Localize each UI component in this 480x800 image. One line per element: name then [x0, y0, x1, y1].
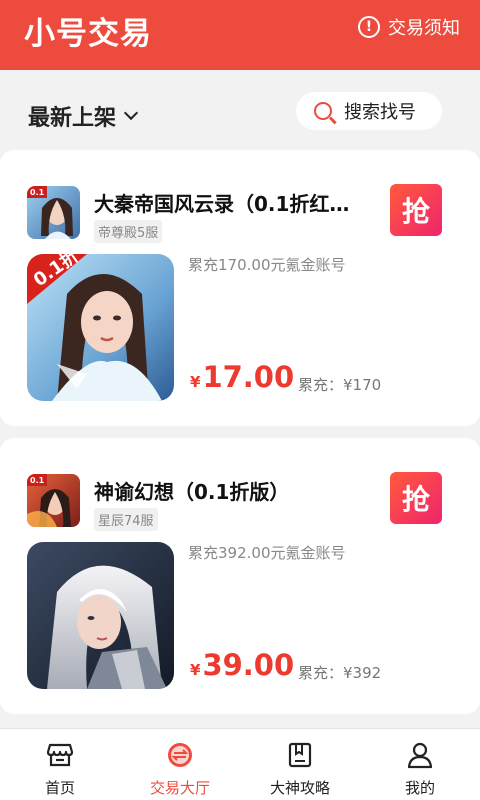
filter-toolbar: 最新上架 搜索找号 [0, 70, 480, 150]
server-tag: 星辰74服 [94, 508, 158, 531]
price-amount: 17.00 [202, 360, 295, 394]
grab-button[interactable]: 抢 [390, 472, 442, 524]
game-icon: 0.1 [27, 474, 80, 527]
store-icon [46, 743, 74, 767]
total-recharge: 累充：¥170 [298, 376, 382, 394]
listing-card[interactable]: 0.1 神谕幻想（0.1折版） 星辰74服 抢 累充392.00元氪金账号 ¥ … [0, 438, 480, 714]
tab-trade-hall[interactable]: 交易大厅 [120, 729, 240, 800]
trade-notice-label: 交易须知 [388, 18, 460, 39]
search-button[interactable]: 搜索找号 [296, 92, 442, 130]
chevron-down-icon [123, 105, 139, 121]
tab-home[interactable]: 首页 [0, 729, 120, 800]
game-name: 大秦帝国风云录（0.1折红… [94, 192, 350, 216]
book-icon [288, 742, 312, 768]
currency-symbol: ¥ [190, 661, 201, 679]
game-icon: 0.1 [27, 186, 80, 239]
sort-dropdown[interactable]: 最新上架 [28, 100, 139, 132]
app-header: 小号交易 ! 交易须知 [0, 0, 480, 70]
bottom-tab-bar: 首页 交易大厅 大神攻略 我的 [0, 728, 480, 800]
listing-description: 累充170.00元氪金账号 [188, 256, 346, 274]
game-artwork [27, 542, 174, 689]
tab-label: 大神攻略 [269, 779, 330, 797]
info-icon: ! [358, 16, 380, 38]
tab-label: 我的 [404, 779, 435, 797]
sort-label: 最新上架 [28, 106, 117, 131]
game-artwork: 0.1折 [27, 254, 174, 401]
grab-button[interactable]: 抢 [390, 184, 442, 236]
listing-description: 累充392.00元氪金账号 [188, 544, 346, 562]
svg-text:0.1: 0.1 [30, 188, 45, 197]
price: ¥ 39.00 [190, 648, 294, 682]
tab-label: 交易大厅 [149, 779, 210, 797]
tab-label: 首页 [44, 779, 75, 797]
currency-symbol: ¥ [190, 373, 201, 391]
tab-guides[interactable]: 大神攻略 [240, 729, 360, 800]
user-icon [407, 742, 433, 769]
search-label: 搜索找号 [344, 102, 416, 123]
server-tag: 帝尊殿5服 [94, 220, 163, 243]
exchange-icon [168, 743, 192, 767]
listing-card[interactable]: 0.1 大秦帝国风云录（0.1折红… 帝尊殿5服 抢 0.1折 累充170.00… [0, 150, 480, 426]
total-recharge: 累充：¥392 [298, 664, 382, 682]
price-amount: 39.00 [202, 648, 295, 682]
price: ¥ 17.00 [190, 360, 294, 394]
trade-notice-link[interactable]: ! 交易须知 [358, 14, 460, 40]
page-title: 小号交易 [24, 16, 152, 52]
game-name: 神谕幻想（0.1折版） [94, 480, 290, 504]
tab-mine[interactable]: 我的 [360, 729, 480, 800]
search-icon [314, 102, 332, 120]
discount-badge: 0.1 [30, 476, 45, 485]
